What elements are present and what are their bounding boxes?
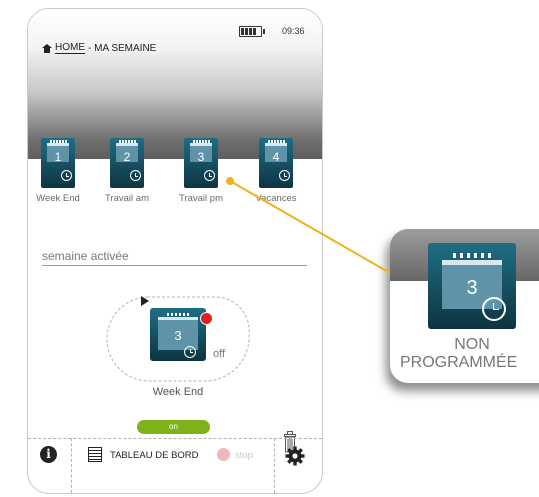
breadcrumb-page: - MA SEMAINE — [88, 42, 157, 54]
dashboard-icon[interactable] — [88, 447, 102, 462]
clock-icon — [204, 170, 215, 181]
callout-label-line1: NON — [454, 336, 490, 353]
on-toggle-button[interactable]: on — [137, 420, 210, 434]
phone-frame: 09:36 HOME - MA SEMAINE 1 Week End 2 Tra… — [27, 8, 323, 494]
clock-icon — [184, 346, 196, 358]
footer-divider — [274, 438, 275, 493]
footer-divider — [71, 438, 72, 493]
gear-icon[interactable] — [285, 446, 305, 466]
active-week-label: semaine activée — [42, 249, 307, 266]
stop-label: stop — [235, 450, 253, 461]
week-tile-3[interactable]: 3 — [184, 138, 218, 188]
header — [28, 9, 322, 159]
week-tile-2[interactable]: 2 — [110, 138, 144, 188]
breadcrumb-home-link[interactable]: HOME — [55, 42, 85, 54]
play-icon[interactable] — [141, 296, 149, 306]
tile-label: Travail pm — [179, 193, 223, 204]
breadcrumb: HOME - MA SEMAINE — [42, 42, 156, 54]
tile-number: 2 — [123, 150, 131, 164]
footer-bar — [28, 438, 322, 493]
info-icon[interactable]: i — [40, 446, 57, 463]
dashboard-button[interactable]: TABLEAU DE BORD — [110, 450, 199, 461]
home-icon — [42, 43, 52, 53]
state-label: off — [213, 348, 226, 360]
clock-icon — [61, 170, 72, 181]
clock-time: 09:36 — [282, 26, 305, 36]
alert-dot — [200, 312, 213, 325]
callout-program-tile: 3 — [428, 243, 516, 329]
clock-icon — [482, 297, 506, 321]
week-tile-1[interactable]: 1 — [41, 138, 75, 188]
clock-icon — [130, 170, 141, 181]
week-tile-4[interactable]: 4 — [259, 138, 293, 188]
callout-label-line2: PROGRAMMÉE — [400, 354, 518, 371]
clock-icon — [279, 170, 290, 181]
active-program-tile[interactable]: 3 — [150, 308, 206, 361]
tile-label: Vacances — [255, 193, 297, 204]
tile-number: 3 — [197, 150, 205, 164]
zoom-callout: 3 NON PROGRAMMÉE — [390, 229, 539, 383]
tile-number: 1 — [54, 150, 62, 164]
tile-label: Week End — [36, 193, 80, 204]
program-number: 3 — [174, 328, 182, 343]
tile-number: 4 — [272, 150, 280, 164]
battery-icon — [239, 26, 265, 37]
tile-label: Travail am — [105, 193, 149, 204]
stop-indicator[interactable] — [217, 448, 230, 461]
program-name: Week End — [152, 386, 204, 398]
